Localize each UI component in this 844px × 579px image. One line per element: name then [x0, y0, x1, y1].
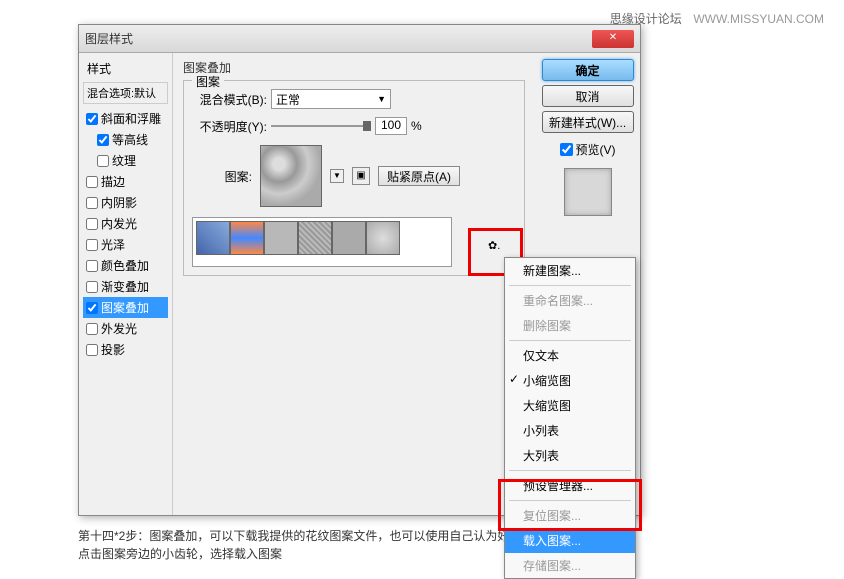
- swatch[interactable]: [332, 221, 366, 255]
- style-checkbox[interactable]: [97, 155, 109, 167]
- pattern-dropdown-icon[interactable]: ▼: [330, 169, 344, 183]
- style-item[interactable]: 颜色叠加: [83, 255, 168, 276]
- opacity-label: 不透明度(Y):: [192, 118, 267, 135]
- style-item[interactable]: 内发光: [83, 213, 168, 234]
- style-label: 内阴影: [101, 194, 137, 211]
- pattern-context-menu: 新建图案... 重命名图案... 删除图案 仅文本 ✓小缩览图 大缩览图 小列表…: [504, 257, 636, 579]
- style-label: 内发光: [101, 215, 137, 232]
- style-checkbox[interactable]: [86, 323, 98, 335]
- style-label: 渐变叠加: [101, 278, 149, 295]
- style-label: 等高线: [112, 131, 148, 148]
- style-item[interactable]: 图案叠加: [83, 297, 168, 318]
- blend-mode-select[interactable]: 正常 ▼: [271, 89, 391, 109]
- fieldset-legend: 图案: [192, 73, 224, 90]
- check-icon: ✓: [509, 372, 519, 386]
- style-item[interactable]: 外发光: [83, 318, 168, 339]
- style-item[interactable]: 斜面和浮雕: [83, 108, 168, 129]
- preview-check-input[interactable]: [560, 143, 573, 156]
- section-title: 图案叠加: [183, 59, 525, 76]
- menu-separator: [509, 340, 631, 341]
- menu-large-thumb[interactable]: 大缩览图: [505, 393, 635, 418]
- style-label: 描边: [101, 173, 125, 190]
- preview-thumbnail: [564, 168, 612, 216]
- menu-preset-manager[interactable]: 预设管理器...: [505, 473, 635, 498]
- menu-save-pattern[interactable]: 存储图案...: [505, 553, 635, 578]
- blend-mode-value: 正常: [276, 91, 300, 108]
- instruction-line-1: 第十四*2步：图案叠加，可以下载我提供的花纹图案文件，也可以使用自己认为好看的图…: [78, 527, 778, 545]
- style-item[interactable]: 内阴影: [83, 192, 168, 213]
- style-label: 投影: [101, 341, 125, 358]
- style-checkbox[interactable]: [86, 260, 98, 272]
- menu-large-list[interactable]: 大列表: [505, 443, 635, 468]
- pattern-label: 图案:: [192, 168, 252, 185]
- blend-mode-label: 混合模式(B):: [192, 91, 267, 108]
- titlebar[interactable]: 图层样式 ✕: [79, 25, 640, 53]
- new-style-button[interactable]: 新建样式(W)...: [542, 111, 634, 133]
- swatch[interactable]: [230, 221, 264, 255]
- menu-separator: [509, 285, 631, 286]
- style-label: 图案叠加: [101, 299, 149, 316]
- instruction-text: 第十四*2步：图案叠加，可以下载我提供的花纹图案文件，也可以使用自己认为好看的图…: [78, 527, 778, 563]
- chevron-down-icon: ▼: [377, 94, 386, 104]
- page-header: 思缘设计论坛 WWW.MISSYUAN.COM: [610, 10, 824, 27]
- styles-list-panel: 样式 混合选项:默认 斜面和浮雕等高线纹理描边内阴影内发光光泽颜色叠加渐变叠加图…: [79, 53, 173, 515]
- style-label: 斜面和浮雕: [101, 110, 161, 127]
- instruction-line-2: 点击图案旁边的小齿轮，选择载入图案: [78, 545, 778, 563]
- style-item[interactable]: 投影: [83, 339, 168, 360]
- snap-origin-button[interactable]: 贴紧原点(A): [378, 166, 460, 186]
- style-label: 纹理: [112, 152, 136, 169]
- opacity-unit: %: [411, 119, 422, 133]
- cancel-button[interactable]: 取消: [542, 85, 634, 107]
- menu-small-list[interactable]: 小列表: [505, 418, 635, 443]
- style-label: 外发光: [101, 320, 137, 337]
- options-panel: 图案叠加 图案 混合模式(B): 正常 ▼ 不透明度(Y): 100 %: [173, 53, 535, 515]
- style-checkbox[interactable]: [86, 113, 98, 125]
- menu-new-pattern[interactable]: 新建图案...: [505, 258, 635, 283]
- style-checkbox[interactable]: [97, 134, 109, 146]
- dialog-title: 图层样式: [85, 30, 592, 47]
- opacity-slider[interactable]: [271, 121, 371, 131]
- gear-icon[interactable]: ✿.: [488, 239, 500, 252]
- forum-url: WWW.MISSYUAN.COM: [693, 12, 824, 26]
- swatch[interactable]: [264, 221, 298, 255]
- new-doc-icon[interactable]: ▣: [352, 167, 370, 185]
- menu-separator: [509, 470, 631, 471]
- style-item[interactable]: 光泽: [83, 234, 168, 255]
- menu-small-thumb[interactable]: ✓小缩览图: [505, 368, 635, 393]
- menu-rename-pattern: 重命名图案...: [505, 288, 635, 313]
- style-label: 光泽: [101, 236, 125, 253]
- style-checkbox[interactable]: [86, 239, 98, 251]
- menu-reset-pattern[interactable]: 复位图案...: [505, 503, 635, 528]
- swatch[interactable]: [366, 221, 400, 255]
- opacity-input[interactable]: 100: [375, 117, 407, 135]
- slider-thumb[interactable]: [363, 121, 371, 131]
- style-checkbox[interactable]: [86, 218, 98, 230]
- close-button[interactable]: ✕: [592, 30, 634, 48]
- style-checkbox[interactable]: [86, 176, 98, 188]
- menu-separator: [509, 500, 631, 501]
- style-checkbox[interactable]: [86, 302, 98, 314]
- preview-label: 预览(V): [576, 141, 616, 158]
- style-item[interactable]: 描边: [83, 171, 168, 192]
- styles-label: 样式: [83, 57, 168, 80]
- menu-text-only[interactable]: 仅文本: [505, 343, 635, 368]
- style-item[interactable]: 渐变叠加: [83, 276, 168, 297]
- ok-button[interactable]: 确定: [542, 59, 634, 81]
- style-item[interactable]: 等高线: [83, 129, 168, 150]
- menu-delete-pattern: 删除图案: [505, 313, 635, 338]
- swatch[interactable]: [298, 221, 332, 255]
- style-checkbox[interactable]: [86, 281, 98, 293]
- style-label: 颜色叠加: [101, 257, 149, 274]
- style-checkbox[interactable]: [86, 344, 98, 356]
- pattern-swatch-picker[interactable]: [192, 217, 452, 267]
- style-checkbox[interactable]: [86, 197, 98, 209]
- preview-checkbox[interactable]: 预览(V): [560, 141, 616, 158]
- blend-options[interactable]: 混合选项:默认: [83, 82, 168, 104]
- swatch[interactable]: [196, 221, 230, 255]
- style-item[interactable]: 纹理: [83, 150, 168, 171]
- pattern-preview[interactable]: [260, 145, 322, 207]
- menu-load-pattern[interactable]: 载入图案...: [505, 528, 635, 553]
